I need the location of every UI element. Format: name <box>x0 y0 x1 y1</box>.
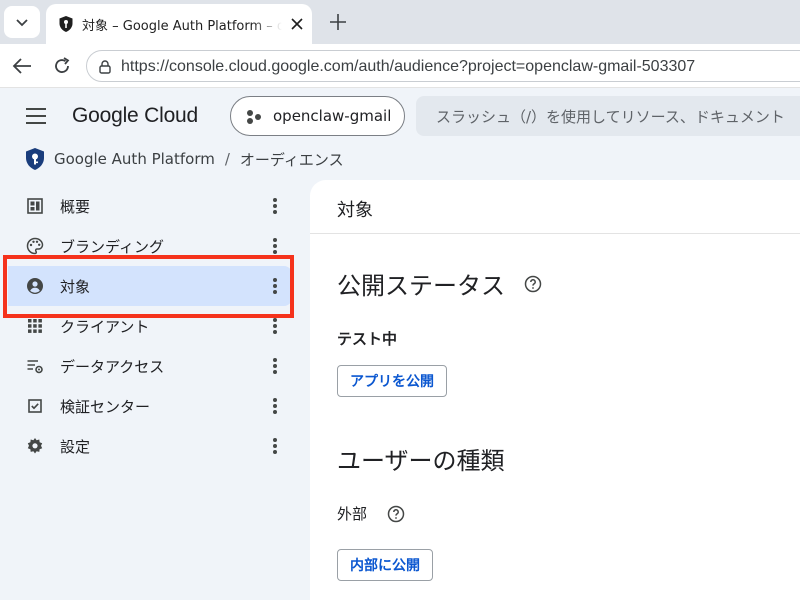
list-settings-icon <box>27 360 43 374</box>
palette-icon <box>26 237 44 255</box>
publish-status-value: テスト中 <box>337 330 398 348</box>
site-info-icon <box>99 60 111 74</box>
sidebar-item-label: 設定 <box>60 438 91 456</box>
page-title: 対象 <box>337 200 373 221</box>
reload-button[interactable] <box>50 54 74 78</box>
back-arrow-icon <box>12 58 31 74</box>
breadcrumb: Google Auth Platform / オーディエンス <box>24 146 344 172</box>
plus-icon <box>330 14 346 30</box>
account-circle-icon <box>27 278 43 294</box>
sidebar-item-audience[interactable]: 対象 <box>8 266 292 306</box>
more-vert-icon[interactable] <box>268 356 282 376</box>
user-type-heading: ユーザーの種類 <box>337 447 505 475</box>
address-bar[interactable]: https://console.cloud.google.com/auth/au… <box>86 50 800 82</box>
sidebar-item-overview[interactable]: 概要 <box>8 186 292 226</box>
browser-toolbar: https://console.cloud.google.com/auth/au… <box>0 44 800 88</box>
chevron-down-icon <box>16 19 28 27</box>
browser-tab-strip: 対象 – Google Auth Platform – openclaw-gma… <box>0 0 800 44</box>
main-content: 対象 公開ステータス テスト中 アプリを公開 ユーザーの種類 外部 内部に公開 <box>310 180 800 600</box>
browser-tab[interactable]: 対象 – Google Auth Platform – openclaw-gma… <box>46 4 312 44</box>
checkbox-icon <box>28 399 42 413</box>
more-vert-icon[interactable] <box>268 276 282 296</box>
dashboard-icon <box>27 198 43 214</box>
user-type-value: 外部 <box>337 505 368 523</box>
sidebar-item-label: 概要 <box>60 198 91 216</box>
breadcrumb-separator: / <box>224 150 230 168</box>
project-hub-icon <box>247 110 261 124</box>
publish-status-heading: 公開ステータス <box>337 272 505 300</box>
publish-app-button[interactable]: アプリを公開 <box>337 365 447 397</box>
shield-key-favicon <box>59 16 73 32</box>
sidebar-item-branding[interactable]: ブランディング <box>8 226 292 266</box>
more-vert-icon[interactable] <box>268 436 282 456</box>
help-icon[interactable] <box>524 275 542 293</box>
sidebar-item-label: データアクセス <box>60 358 165 376</box>
site-info-button[interactable] <box>95 57 115 77</box>
reload-icon <box>55 57 70 73</box>
sidebar-item-data-access[interactable]: データアクセス <box>8 346 292 386</box>
new-tab-button[interactable] <box>326 10 350 34</box>
gear-icon <box>27 438 43 454</box>
close-icon <box>291 18 303 30</box>
more-vert-icon[interactable] <box>268 396 282 416</box>
more-vert-icon[interactable] <box>268 236 282 256</box>
hamburger-menu-icon[interactable] <box>24 106 48 126</box>
page-header: 対象 <box>310 180 800 234</box>
google-cloud-logo[interactable]: Google Cloud <box>72 104 198 128</box>
search-placeholder: スラッシュ（/）を使用してリソース、ドキュメント <box>436 108 785 126</box>
more-vert-icon[interactable] <box>268 316 282 336</box>
more-vert-icon[interactable] <box>268 196 282 216</box>
project-picker[interactable]: openclaw-gmail <box>230 96 405 136</box>
help-icon[interactable] <box>387 505 405 523</box>
auth-platform-shield-icon <box>26 148 44 170</box>
sidebar-item-label: 対象 <box>60 278 91 296</box>
grid-icon <box>28 319 42 333</box>
tab-title: 対象 – Google Auth Platform – openclaw-gma… <box>82 19 282 33</box>
back-button[interactable] <box>10 54 34 78</box>
make-internal-button[interactable]: 内部に公開 <box>337 549 433 581</box>
sidebar-item-label: ブランディング <box>60 238 164 256</box>
breadcrumb-product-link[interactable]: Google Auth Platform <box>54 150 215 168</box>
tab-close-button[interactable] <box>288 15 306 33</box>
sidebar-item-verification-center[interactable]: 検証センター <box>8 386 292 426</box>
sidebar-item-label: 検証センター <box>60 398 151 416</box>
tab-list-button[interactable] <box>4 6 40 38</box>
breadcrumb-current: オーディエンス <box>239 150 344 169</box>
project-name: openclaw-gmail <box>273 107 392 125</box>
sidebar-item-label: クライアント <box>60 318 150 336</box>
search-input[interactable]: スラッシュ（/）を使用してリソース、ドキュメント <box>416 96 800 136</box>
url-text: https://console.cloud.google.com/auth/au… <box>121 58 696 75</box>
sidebar-item-clients[interactable]: クライアント <box>8 306 292 346</box>
sidebar-item-settings[interactable]: 設定 <box>8 426 292 466</box>
